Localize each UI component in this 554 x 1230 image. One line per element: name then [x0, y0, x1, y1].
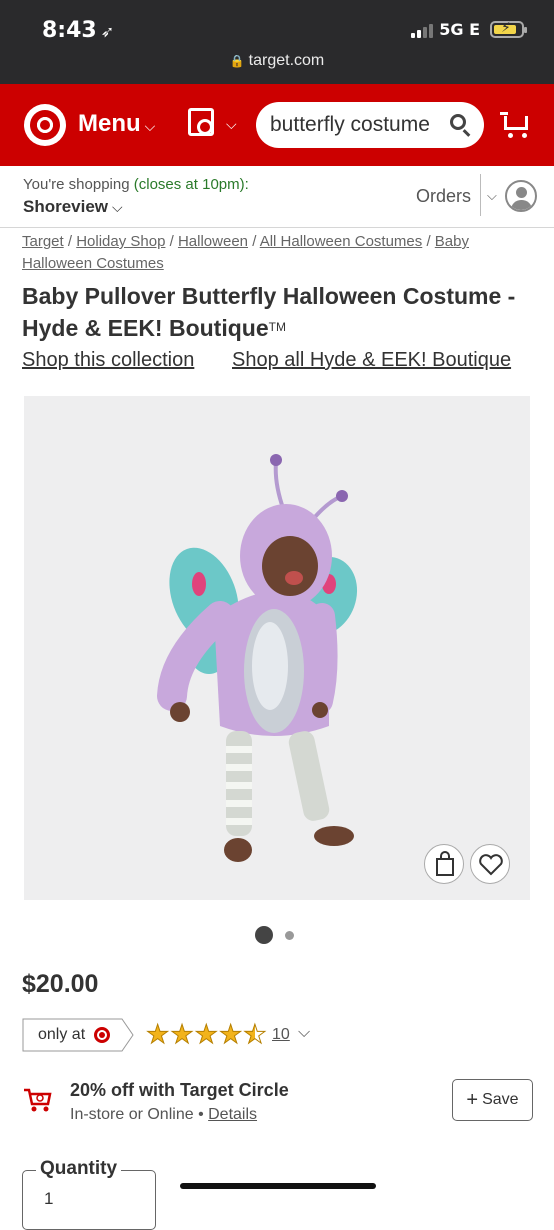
location-arrow-icon: ➶: [100, 22, 115, 41]
store-bag-icon[interactable]: [188, 108, 214, 136]
lock-icon: 🔒: [229, 54, 245, 68]
store-name: Shoreview: [23, 197, 109, 216]
home-indicator[interactable]: [180, 1183, 376, 1189]
save-offer-button[interactable]: + Save: [452, 1079, 533, 1121]
rating-stars[interactable]: ★ ★ ★ ★ ★: [145, 1019, 267, 1050]
star-icon: ★: [218, 1019, 243, 1050]
details-link[interactable]: Details: [208, 1106, 257, 1123]
favorite-button[interactable]: [470, 844, 510, 884]
menu-label: Menu: [78, 110, 141, 137]
store-name-button[interactable]: Shoreview ⌵: [23, 197, 123, 217]
only-at-label: only at: [38, 1026, 86, 1043]
breadcrumb-separator: /: [426, 233, 431, 250]
breadcrumb: Target / Holiday Shop / Halloween / All …: [22, 231, 532, 275]
heart-icon: [479, 854, 503, 876]
divider: [480, 174, 481, 216]
shop-collection-link[interactable]: Shop this collection: [22, 349, 194, 371]
star-icon: ★: [145, 1019, 170, 1050]
url-text: target.com: [248, 52, 325, 69]
breadcrumb-item[interactable]: Target: [22, 233, 64, 250]
image-carousel-dots[interactable]: [255, 926, 294, 944]
circle-offer-subtitle: In-store or Online • Details: [70, 1106, 257, 1124]
shopping-bag-icon: [436, 851, 454, 876]
breadcrumb-separator: /: [169, 233, 174, 250]
breadcrumb-separator: /: [67, 233, 73, 250]
status-icons: 5G E ⚡: [411, 20, 527, 39]
status-bar: 8:43 ➶ 5G E ⚡ 🔒 target.com: [0, 0, 554, 84]
chevron-down-icon: ⌵: [144, 118, 156, 134]
quantity-label: Quantity: [36, 1158, 122, 1180]
chevron-down-icon[interactable]: ⌵: [487, 188, 497, 204]
chevron-down-icon[interactable]: ⌵: [226, 116, 237, 133]
orders-link[interactable]: Orders: [416, 186, 471, 207]
circle-offer-title: 20% off with Target Circle: [70, 1080, 289, 1100]
chevron-down-icon[interactable]: ⌵: [298, 1024, 310, 1042]
shopping-prefix: You're shopping: [23, 176, 130, 193]
bullet-separator: •: [198, 1106, 204, 1123]
status-time: 8:43 ➶: [42, 18, 114, 43]
battery-icon: ⚡: [490, 20, 527, 38]
save-label: Save: [482, 1090, 519, 1108]
product-image[interactable]: [24, 396, 530, 900]
carousel-dot-active[interactable]: [255, 926, 273, 944]
star-icon: ★: [194, 1019, 218, 1050]
carousel-dot[interactable]: [285, 930, 294, 940]
target-logo-icon: [94, 1027, 110, 1043]
shop-brand-link[interactable]: Shop all Hyde & EEK! Boutique: [232, 349, 511, 372]
target-logo-icon[interactable]: [24, 104, 66, 146]
collection-links: Shop this collection Shop all Hyde & EEK…: [22, 349, 542, 372]
star-icon: ★: [170, 1019, 194, 1050]
trademark-symbol: TM: [268, 320, 286, 334]
butterfly-costume-photo: [157, 454, 358, 862]
account-avatar-icon[interactable]: [505, 180, 537, 212]
site-header: Menu ⌵ ⌵ butterfly costume: [0, 84, 554, 166]
quantity-value[interactable]: 1: [44, 1189, 53, 1209]
menu-button[interactable]: Menu ⌵: [78, 110, 155, 138]
add-to-cart-image-button[interactable]: [424, 844, 464, 884]
only-at-target-badge: only at: [22, 1018, 134, 1052]
breadcrumb-separator: /: [252, 233, 257, 250]
shopping-status: You're shopping (closes at 10pm):: [23, 176, 249, 193]
breadcrumb-item[interactable]: Halloween: [178, 233, 248, 250]
review-count-link[interactable]: 10: [272, 1026, 290, 1044]
cart-icon[interactable]: [500, 112, 530, 138]
search-icon[interactable]: [450, 114, 466, 130]
search-input[interactable]: butterfly costume: [256, 102, 484, 148]
store-selector-row: You're shopping (closes at 10pm): Shorev…: [0, 166, 554, 228]
cart-offer-icon: [22, 1086, 52, 1114]
url-bar[interactable]: 🔒 target.com: [0, 52, 554, 70]
breadcrumb-item[interactable]: All Halloween Costumes: [260, 233, 423, 250]
chevron-down-icon: ⌵: [112, 199, 123, 215]
product-price: $20.00: [22, 970, 99, 998]
signal-icon: [411, 22, 434, 38]
offer-availability: In-store or Online: [70, 1106, 194, 1123]
time-text: 8:43: [42, 18, 97, 43]
closing-time: (closes at 10pm):: [133, 176, 249, 193]
plus-icon: +: [466, 1088, 479, 1111]
product-title: Baby Pullover Butterfly Halloween Costum…: [22, 281, 532, 344]
half-star-icon: ★: [243, 1019, 267, 1050]
network-label: 5G E: [439, 20, 480, 39]
breadcrumb-item[interactable]: Holiday Shop: [76, 233, 165, 250]
search-value[interactable]: butterfly costume: [270, 113, 442, 137]
